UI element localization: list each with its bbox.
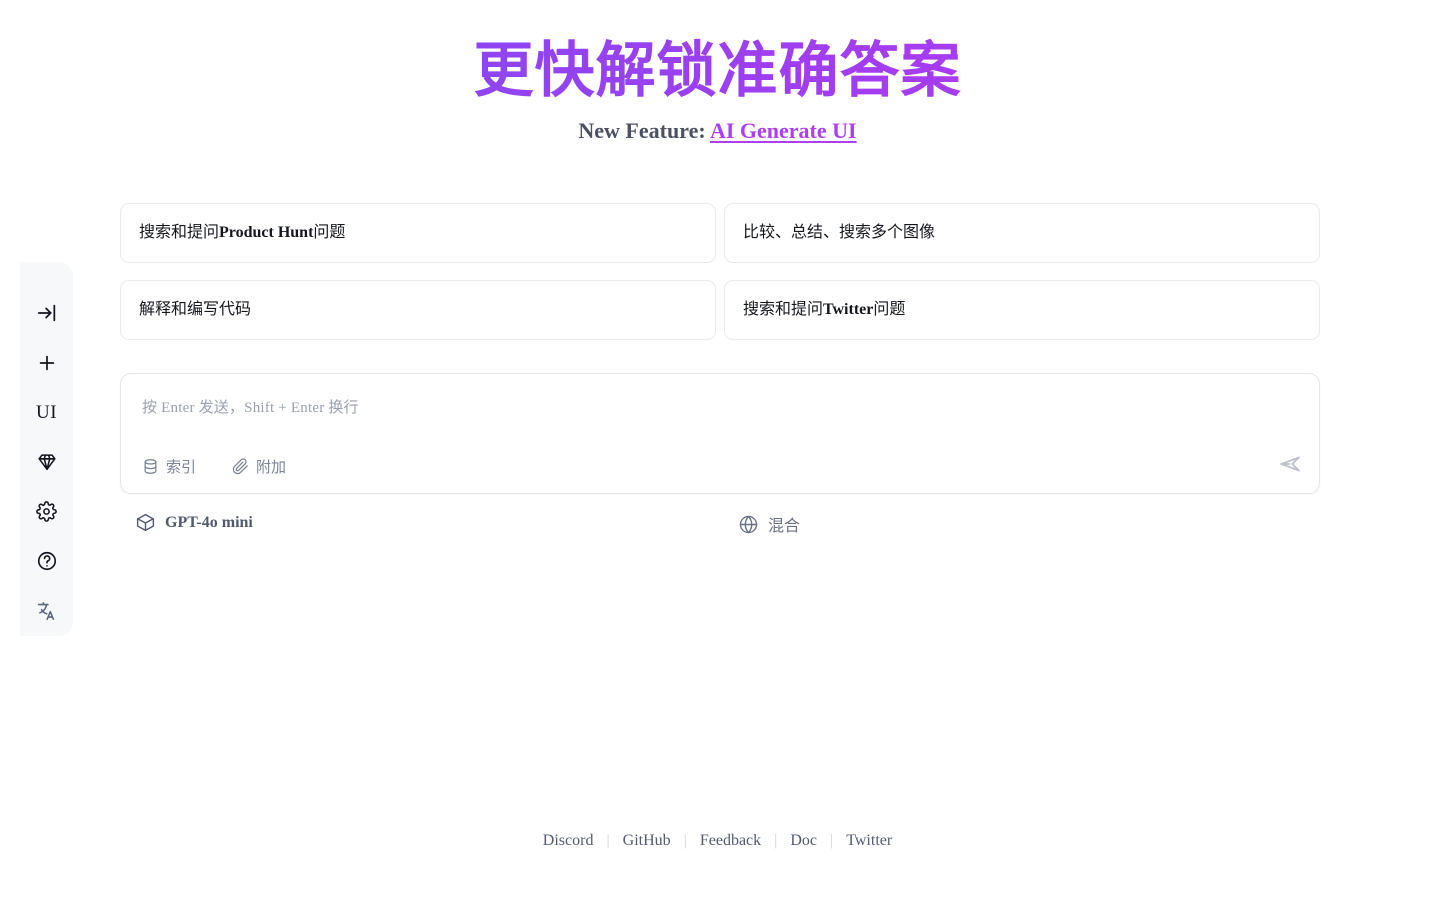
translate-icon — [36, 600, 58, 622]
mode-selector-label: 混合 — [768, 518, 801, 535]
help-circle-icon — [36, 550, 58, 572]
suggestion-cards: 搜索和提问 Product Hunt 问题 比较、总结、搜索多个图像 解释和编写… — [120, 203, 1320, 340]
footer-link-twitter[interactable]: Twitter — [833, 832, 905, 850]
attach-button-label: 附加 — [256, 460, 287, 476]
ui-text-icon: UI — [35, 401, 58, 423]
chat-input-placeholder[interactable]: 按 Enter 发送，Shift + Enter 换行 — [142, 396, 359, 417]
composer[interactable]: 按 Enter 发送，Shift + Enter 换行 索引 附加 — [120, 373, 1320, 494]
cube-icon — [135, 512, 156, 533]
expand-panel-icon — [36, 302, 58, 324]
card-text-prefix: 比较、总结、搜索多个图像 — [743, 223, 936, 241]
plus-icon — [36, 352, 58, 374]
database-icon — [142, 458, 159, 475]
model-selector[interactable]: GPT-4o mini — [135, 512, 253, 533]
suggestion-card-compare-images[interactable]: 比较、总结、搜索多个图像 — [724, 203, 1320, 263]
card-text-prefix: 搜索和提问 — [139, 223, 220, 241]
footer-link-github[interactable]: GitHub — [610, 832, 684, 850]
sidebar-item-ui[interactable]: UI — [20, 387, 73, 437]
ai-generate-ui-link[interactable]: AI Generate UI — [710, 118, 857, 143]
sidebar-item-expand-panel[interactable] — [20, 288, 73, 338]
gear-icon — [36, 501, 57, 523]
index-button-label: 索引 — [166, 460, 197, 476]
model-row: GPT-4o mini 混合 — [120, 512, 1320, 544]
sidebar-item-language[interactable] — [20, 586, 73, 636]
page-title: 更快解锁准确答案 — [0, 34, 1435, 108]
sidebar-item-pro[interactable] — [20, 437, 73, 487]
index-button[interactable]: 索引 — [142, 456, 196, 477]
footer-link-doc[interactable]: Doc — [777, 832, 830, 850]
gem-icon — [36, 451, 58, 473]
card-text-prefix: 解释和编写代码 — [139, 300, 252, 318]
subtitle: New Feature: AI Generate UI — [0, 117, 1435, 145]
paperclip-icon — [232, 458, 249, 475]
composer-toolbar: 索引 附加 — [142, 456, 286, 477]
sidebar-item-help[interactable] — [20, 537, 73, 587]
sidebar: UI — [20, 262, 73, 636]
card-text-prefix: 搜索和提问 — [743, 300, 824, 318]
sidebar-item-new-chat[interactable] — [20, 338, 73, 388]
suggestion-card-product-hunt[interactable]: 搜索和提问 Product Hunt 问题 — [120, 203, 716, 263]
card-text-bold: Twitter — [823, 300, 874, 318]
attach-button[interactable]: 附加 — [232, 456, 286, 477]
card-text-suffix: 问题 — [313, 223, 346, 241]
footer-link-feedback[interactable]: Feedback — [687, 832, 774, 850]
card-text-bold: Product Hunt — [219, 223, 314, 241]
card-text-suffix: 问题 — [873, 300, 906, 318]
mode-selector[interactable]: 混合 — [738, 512, 800, 536]
subtitle-prefix: New Feature: — [578, 118, 706, 143]
sidebar-item-settings[interactable] — [20, 487, 73, 537]
globe-icon — [738, 514, 759, 535]
send-button[interactable] — [1273, 449, 1307, 483]
suggestion-card-twitter[interactable]: 搜索和提问 Twitter 问题 — [724, 280, 1320, 340]
model-selector-label: GPT-4o mini — [165, 513, 253, 531]
send-icon — [1278, 452, 1302, 481]
footer-link-discord[interactable]: Discord — [530, 832, 607, 850]
suggestion-card-explain-code[interactable]: 解释和编写代码 — [120, 280, 716, 340]
footer: Discord | GitHub | Feedback | Doc | Twit… — [0, 832, 1435, 850]
